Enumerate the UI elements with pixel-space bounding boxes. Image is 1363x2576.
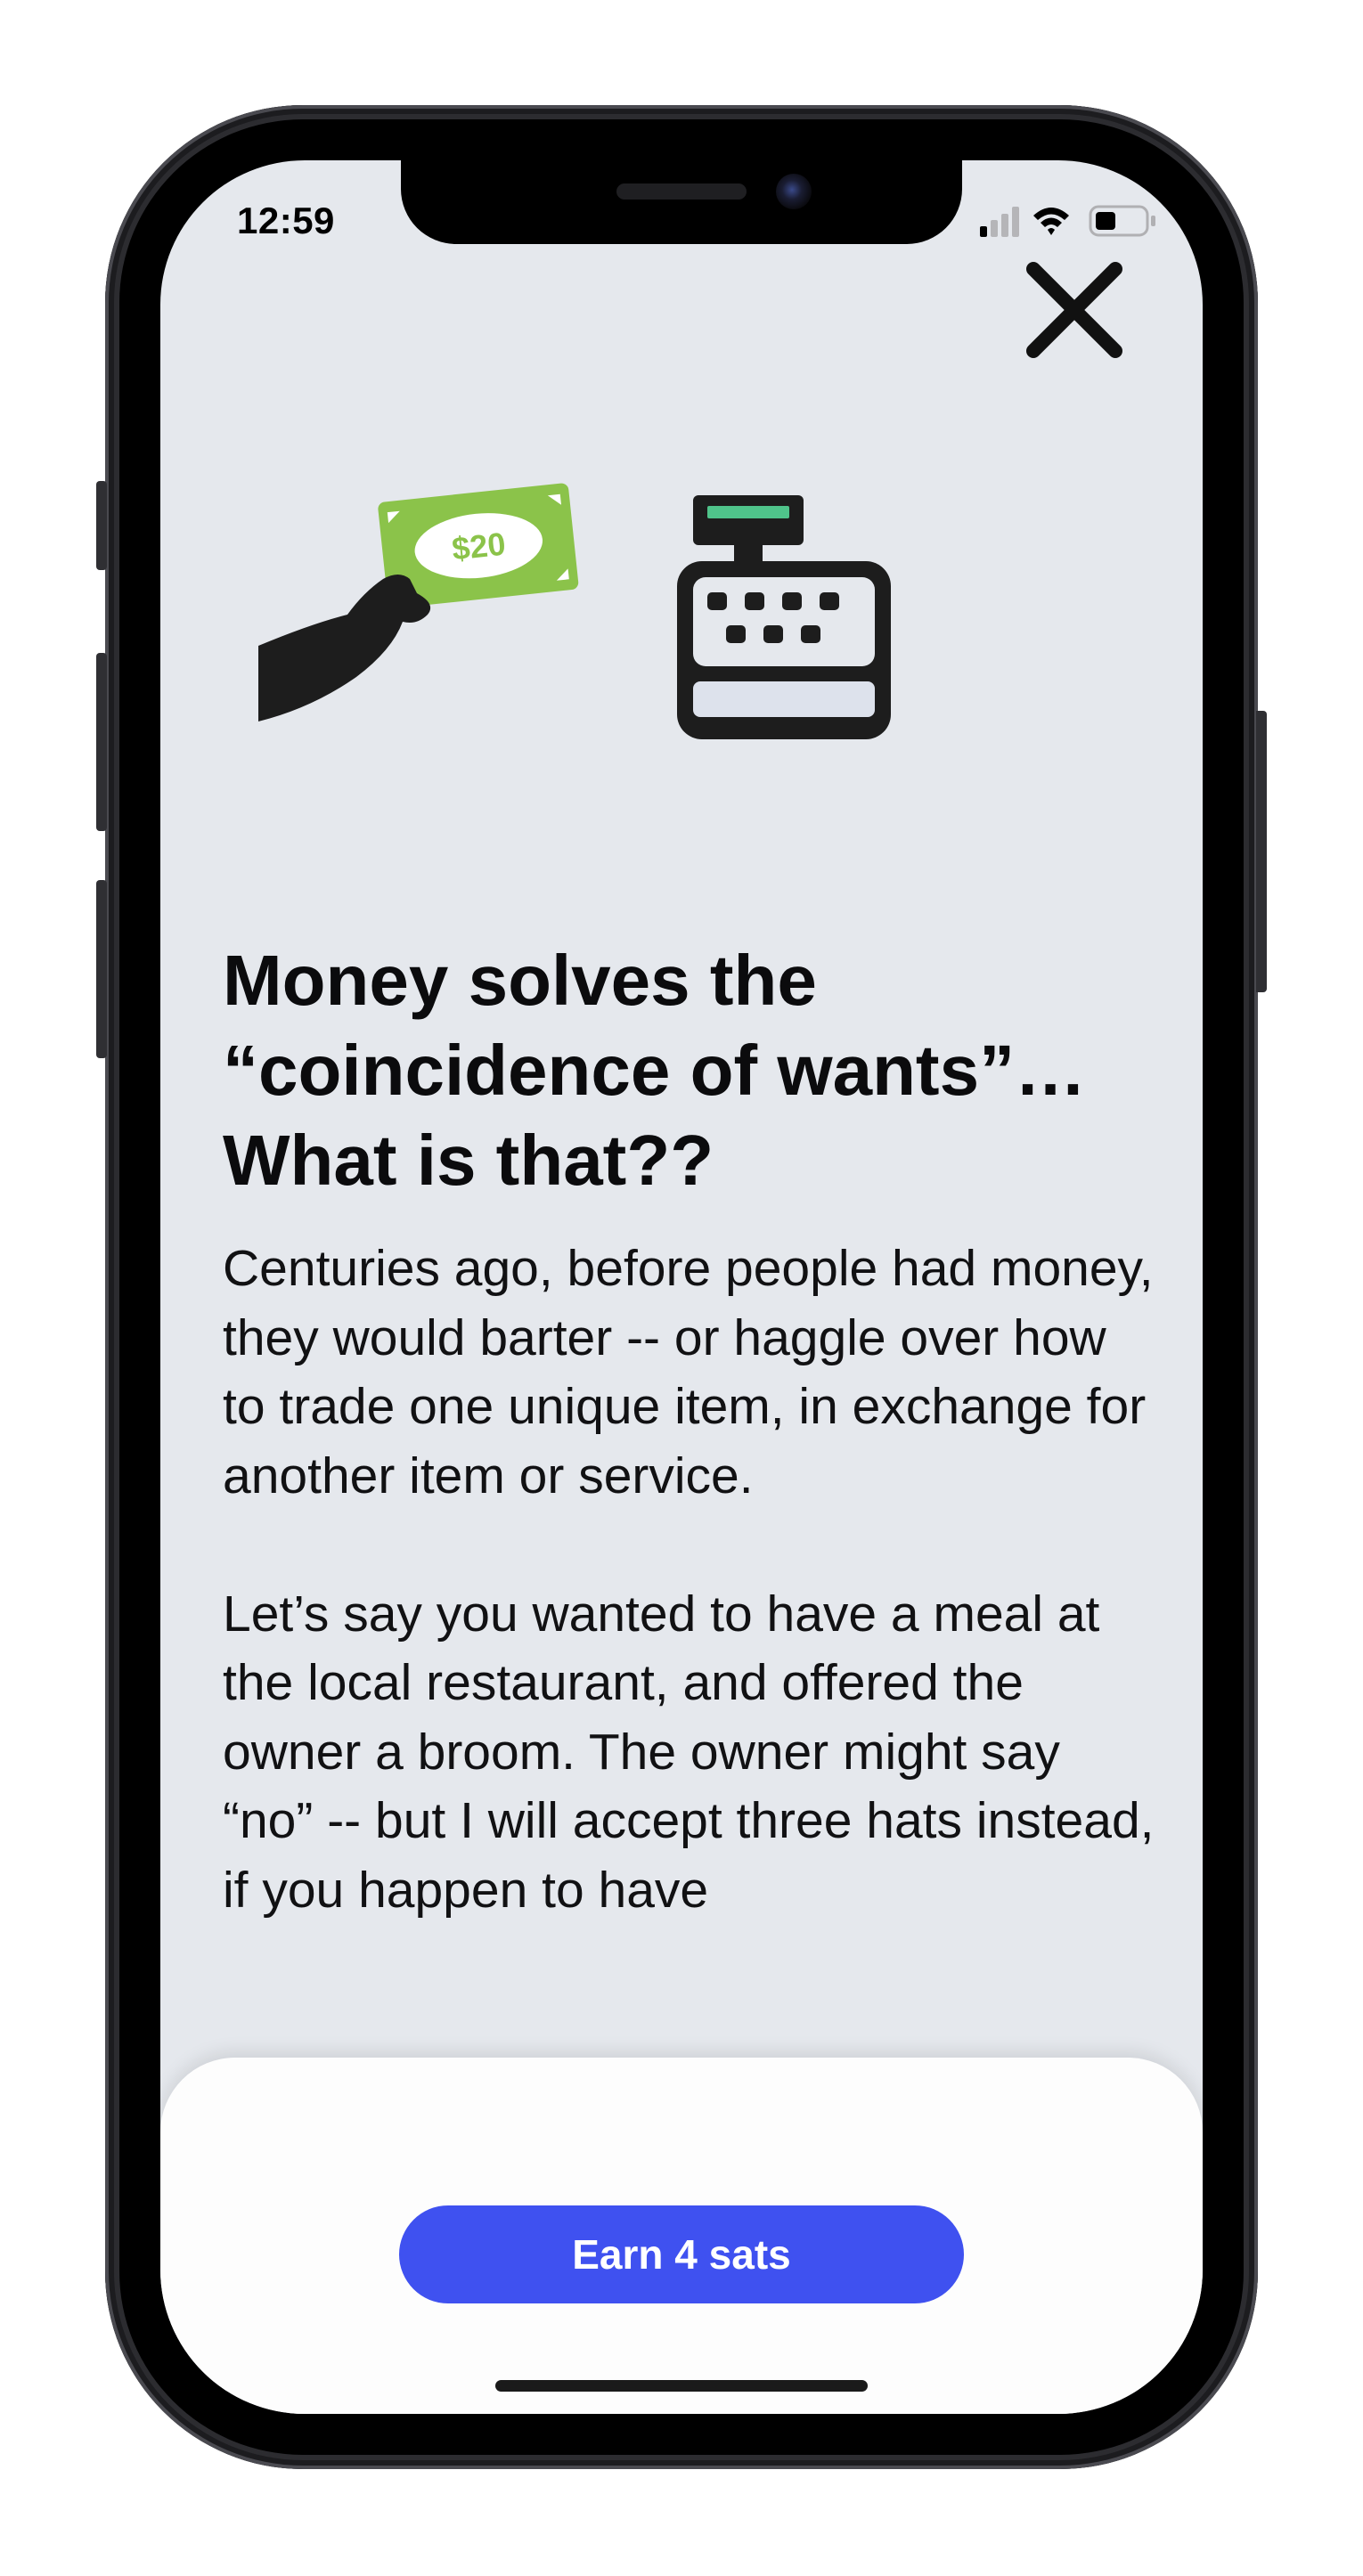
close-button[interactable] [1023,258,1126,362]
page: 12:59 $20 Money solves the “coincidence … [0,0,1363,2576]
cash-register-icon [677,495,891,739]
lesson-body: Centuries ago, before people had money, … [223,1235,1158,1956]
close-icon [1026,262,1122,358]
screen: 12:59 $20 Money solves the “coincidence … [160,160,1203,2414]
home-indicator[interactable] [495,2380,868,2392]
status-time: 12:59 [237,200,335,241]
lesson-paragraph: Let’s say you wanted to have a meal at t… [223,1585,1155,1919]
battery-icon [1089,205,1155,237]
lesson-paragraph: Centuries ago, before people had money, … [223,1240,1154,1504]
volume-up-button [96,653,107,831]
earn-sats-button[interactable]: Earn 4 sats [399,2205,964,2303]
front-camera-icon [776,174,812,209]
status-icons [980,205,1155,237]
lesson-illustration: $20 [258,483,891,739]
earpiece-speaker [616,183,747,200]
wifi-icon [1033,208,1069,235]
notch [401,160,962,244]
power-button [1256,711,1267,992]
silent-switch [96,481,107,570]
volume-down-button [96,880,107,1058]
bill-label: $20 [450,526,507,567]
cellular-signal-icon [980,207,1019,237]
lesson-title: Money solves the “coincidence of wants”…… [223,941,1087,1200]
hand-holding-bill-icon: $20 [258,483,579,721]
